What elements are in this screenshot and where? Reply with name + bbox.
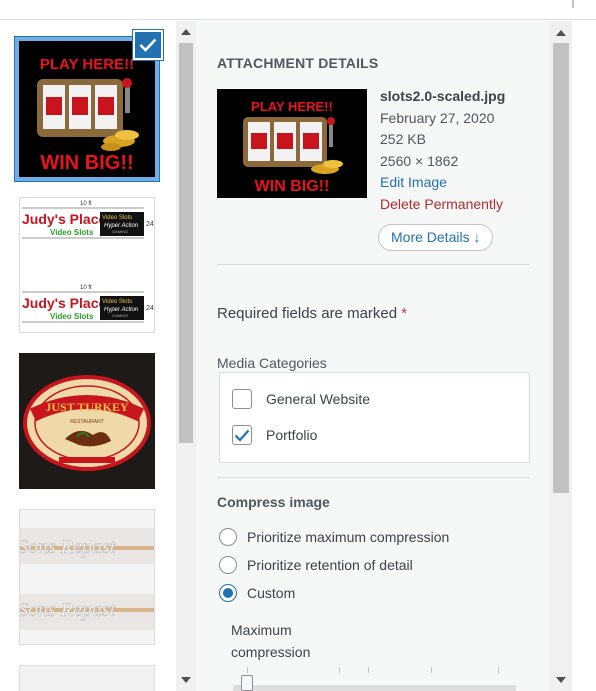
turkey-name: JUST TURKEY <box>45 400 129 414</box>
upload-date: February 27, 2020 <box>380 109 495 126</box>
scroll-up-arrow-icon[interactable] <box>181 29 191 35</box>
checkmark-icon <box>139 38 157 52</box>
slots-thumb-top-text: PLAY HERE!! <box>40 56 134 73</box>
edit-image-link[interactable]: Edit Image <box>380 172 505 194</box>
compression-slider-track[interactable] <box>233 685 516 691</box>
slider-tick <box>431 667 432 673</box>
grid-scrollbar-thumb[interactable] <box>179 43 193 443</box>
slots-thumb-bottom-text: WIN BIG!! <box>40 152 133 174</box>
slots-preview-bottom-text: WIN BIG!! <box>255 178 330 195</box>
judys-dim-top-1: 10 ft <box>80 201 92 207</box>
judys-dim-side-1: 24 <box>146 221 154 228</box>
turkey-sub: RESTAURANT <box>70 419 104 425</box>
judys-dim-top-2: 10 ft <box>80 285 92 291</box>
scroll-down-arrow-icon[interactable] <box>556 677 566 683</box>
judys-sub-1: Video Slots <box>50 228 94 237</box>
judys-badge-top-2: Video Slots <box>102 299 132 305</box>
attachment-thumb-judys-place[interactable]: 10 ft Judy's Place Video Slots Video Slo… <box>19 197 155 333</box>
sons-text-2: Sons Repast <box>20 599 116 621</box>
media-categories-label: Media Categories <box>217 355 327 371</box>
modal-edge <box>572 21 596 691</box>
just-turkey-thumb-image: JUST TURKEY RESTAURANT <box>19 353 155 489</box>
details-scrollbar-thumb[interactable] <box>553 43 569 493</box>
category-checkbox-portfolio[interactable] <box>232 425 252 445</box>
category-checkbox-general-website[interactable] <box>232 389 252 409</box>
radio-button[interactable] <box>219 528 237 546</box>
divider <box>217 264 530 265</box>
judys-place-thumb-image: 10 ft Judy's Place Video Slots Video Slo… <box>20 198 154 332</box>
scroll-down-arrow-icon[interactable] <box>181 677 191 683</box>
slider-tick <box>339 667 340 673</box>
selected-check-button[interactable] <box>133 30 163 60</box>
compression-slider-handle[interactable] <box>241 675 253 691</box>
radio-retain-detail[interactable]: Prioritize retention of detail <box>219 556 413 574</box>
judys-dim-side-2: 24 <box>146 305 154 312</box>
max-compression-label: Maximum compression <box>231 622 311 660</box>
attachment-preview: PLAY HERE!! WIN BIG!! <box>217 89 367 198</box>
attachment-thumb-sons-repast[interactable]: Sons Repast Sons Repast <box>19 509 155 645</box>
judys-badge-small-2: GAMING <box>112 313 128 318</box>
file-size: 252 KB <box>380 131 426 147</box>
compress-image-heading: Compress image <box>217 494 330 510</box>
radio-button[interactable] <box>219 556 237 574</box>
divider <box>217 477 530 478</box>
attachments-grid: PLAY HERE!! WIN BIG!! 10 ft Judy's Place… <box>0 21 176 691</box>
attachment-thumb-partial[interactable] <box>19 665 155 691</box>
judys-sub-2: Video Slots <box>50 312 94 321</box>
required-star: * <box>401 305 408 322</box>
checkmark-icon <box>234 429 250 442</box>
file-name: slots2.0-scaled.jpg <box>380 88 506 104</box>
slider-tick <box>498 667 499 673</box>
toolbar-divider <box>572 0 574 8</box>
judys-badge-small-1: GAMING <box>112 229 128 234</box>
required-fields-note: Required fields are marked * <box>217 305 407 322</box>
radio-label: Custom <box>247 585 296 601</box>
sons-text-1: Sons Repast <box>20 536 116 558</box>
category-general-website[interactable]: General Website <box>232 389 370 409</box>
image-dimensions: 2560 × 1862 <box>380 152 459 169</box>
radio-label: Prioritize retention of detail <box>247 557 413 573</box>
delete-permanently-link[interactable]: Delete Permanently <box>380 194 505 216</box>
slots-preview-top-text: PLAY HERE!! <box>251 99 333 114</box>
attachment-thumb-just-turkey[interactable]: JUST TURKEY RESTAURANT <box>19 353 155 489</box>
judys-name-1: Judy's Place <box>22 211 106 227</box>
category-label: General Website <box>266 391 371 407</box>
slider-tick <box>368 667 369 673</box>
scroll-up-arrow-icon[interactable] <box>556 30 566 36</box>
slots-thumb-image: PLAY HERE!! WIN BIG!! <box>19 41 155 177</box>
sons-repast-thumb-image: Sons Repast Sons Repast <box>20 510 154 644</box>
judys-badge-top-1: Video Slots <box>102 215 132 221</box>
more-details-button[interactable]: More Details ↓ <box>378 224 494 251</box>
details-scrollbar[interactable] <box>550 21 572 691</box>
radio-custom[interactable]: Custom <box>219 584 295 602</box>
file-info: slots2.0-scaled.jpg February 27, 2020 25… <box>380 86 505 215</box>
top-toolbar-strip <box>0 0 596 20</box>
category-portfolio[interactable]: Portfolio <box>232 425 317 445</box>
required-fields-text: Required fields are marked <box>217 305 398 322</box>
radio-max-compression[interactable]: Prioritize maximum compression <box>219 528 449 546</box>
radio-button-selected[interactable] <box>219 584 237 602</box>
radio-label: Prioritize maximum compression <box>247 529 450 545</box>
slider-tick <box>247 667 248 673</box>
grid-scrollbar[interactable] <box>176 21 196 691</box>
judys-name-2: Judy's Place <box>22 295 106 311</box>
attachment-details-panel: ATTACHMENT DETAILS PLAY HERE!! WIN BIG!!… <box>196 21 550 691</box>
attachment-details-heading: ATTACHMENT DETAILS <box>217 55 379 71</box>
category-label: Portfolio <box>266 427 318 443</box>
media-categories-box: General Website Portfolio <box>219 372 530 463</box>
slots-preview-image: PLAY HERE!! WIN BIG!! <box>217 89 367 198</box>
